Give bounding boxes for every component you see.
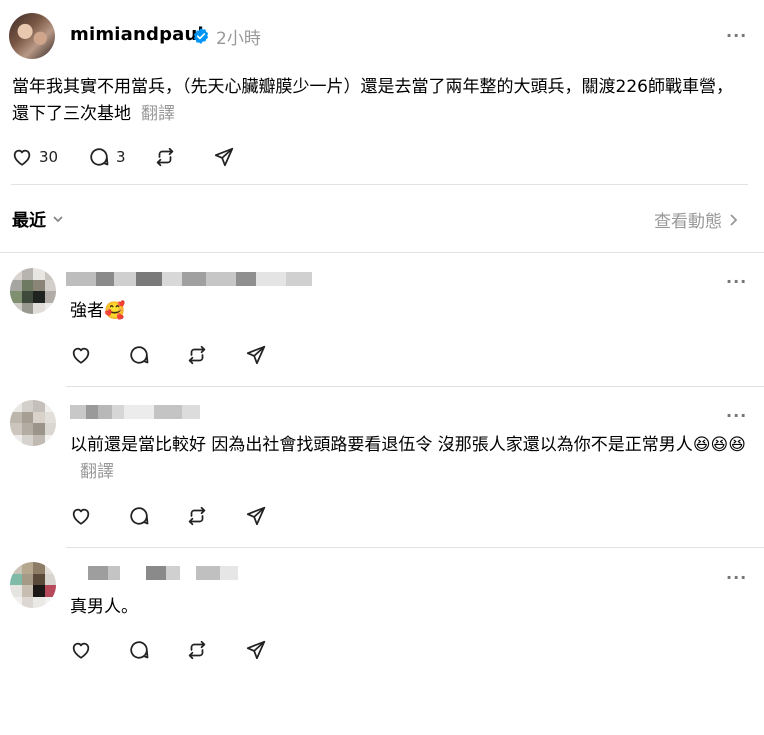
- like-count: 30: [39, 148, 59, 166]
- more-options-icon[interactable]: ···: [726, 406, 747, 425]
- heart-icon: [72, 642, 90, 659]
- translate-link[interactable]: 翻譯: [141, 104, 175, 124]
- divider: [0, 252, 764, 253]
- send-icon: [214, 147, 234, 167]
- verified-badge-icon: [193, 28, 209, 44]
- smile-hearts-emoji: 🥰: [104, 301, 126, 321]
- repost-button[interactable]: [186, 639, 208, 661]
- translate-link[interactable]: 翻譯: [80, 462, 114, 482]
- reply-text: 強者🥰: [70, 298, 125, 325]
- repost-icon: [188, 345, 206, 365]
- divider: [66, 547, 764, 548]
- heart-icon: [13, 149, 31, 166]
- more-options-icon[interactable]: ···: [726, 26, 747, 45]
- comment-icon: [130, 346, 149, 364]
- sort-dropdown[interactable]: 最近: [12, 206, 64, 231]
- chevron-down-icon: [53, 215, 63, 222]
- share-button[interactable]: [245, 505, 267, 527]
- reply-text: 真男人。: [70, 594, 138, 621]
- like-button[interactable]: [70, 505, 92, 527]
- send-icon: [246, 506, 266, 526]
- reply-username-blurred[interactable]: [70, 405, 200, 419]
- heart-icon: [72, 347, 90, 364]
- comment-button[interactable]: [128, 639, 150, 661]
- repost-icon: [188, 506, 206, 526]
- reply-text-content: 以前還是當比較好 因為出社會找頭路要看退伍令 沒那張人家還以為你不是正常男人: [70, 435, 693, 455]
- comment-button[interactable]: [128, 505, 150, 527]
- comment-icon: [90, 148, 109, 166]
- comment-icon: [130, 641, 149, 659]
- send-icon: [246, 345, 266, 365]
- heart-icon: [72, 508, 90, 525]
- laughing-emoji: 😆😆😆: [692, 435, 746, 455]
- reply-username-blurred[interactable]: [66, 272, 312, 286]
- reply-username-blurred[interactable]: [72, 566, 238, 580]
- comment-icon: [130, 507, 149, 525]
- like-button[interactable]: [70, 344, 92, 366]
- author-avatar[interactable]: [9, 13, 55, 59]
- repost-button[interactable]: [186, 344, 208, 366]
- repost-icon: [156, 147, 174, 167]
- more-options-icon[interactable]: ···: [726, 568, 747, 587]
- author-username[interactable]: mimiandpaul: [70, 24, 204, 45]
- comment-button[interactable]: 3: [88, 146, 126, 168]
- reply-avatar[interactable]: [10, 268, 56, 314]
- like-button[interactable]: 30: [11, 146, 58, 168]
- sort-label: 最近: [12, 211, 46, 231]
- reply-avatar[interactable]: [10, 562, 56, 608]
- divider: [11, 184, 748, 185]
- reply-text: 以前還是當比較好 因為出社會找頭路要看退伍令 沒那張人家還以為你不是正常男人😆😆…: [70, 432, 750, 486]
- view-activity-link[interactable]: 查看動態: [654, 207, 739, 232]
- reply-avatar[interactable]: [10, 400, 56, 446]
- reply-text-content: 強者: [70, 301, 104, 321]
- repost-button[interactable]: [186, 505, 208, 527]
- chevron-right-icon: [730, 213, 738, 226]
- more-options-icon[interactable]: ···: [726, 272, 747, 291]
- post-time: 2小時: [216, 29, 261, 49]
- send-icon: [246, 640, 266, 660]
- like-button[interactable]: [70, 639, 92, 661]
- divider: [66, 386, 764, 387]
- share-button[interactable]: [213, 146, 235, 168]
- repost-button[interactable]: [154, 146, 176, 168]
- post-body: 當年我其實不用當兵，（先天心臟瓣膜少一片）還是去當了兩年整的大頭兵，關渡226師…: [12, 74, 747, 128]
- share-button[interactable]: [245, 344, 267, 366]
- repost-icon: [188, 640, 206, 660]
- comment-button[interactable]: [128, 344, 150, 366]
- share-button[interactable]: [245, 639, 267, 661]
- comment-count: 3: [116, 148, 126, 166]
- post-text: 當年我其實不用當兵，（先天心臟瓣膜少一片）還是去當了兩年整的大頭兵，關渡226師…: [12, 77, 733, 124]
- reply-text-content: 真男人。: [70, 597, 138, 617]
- view-activity-label: 查看動態: [654, 212, 722, 232]
